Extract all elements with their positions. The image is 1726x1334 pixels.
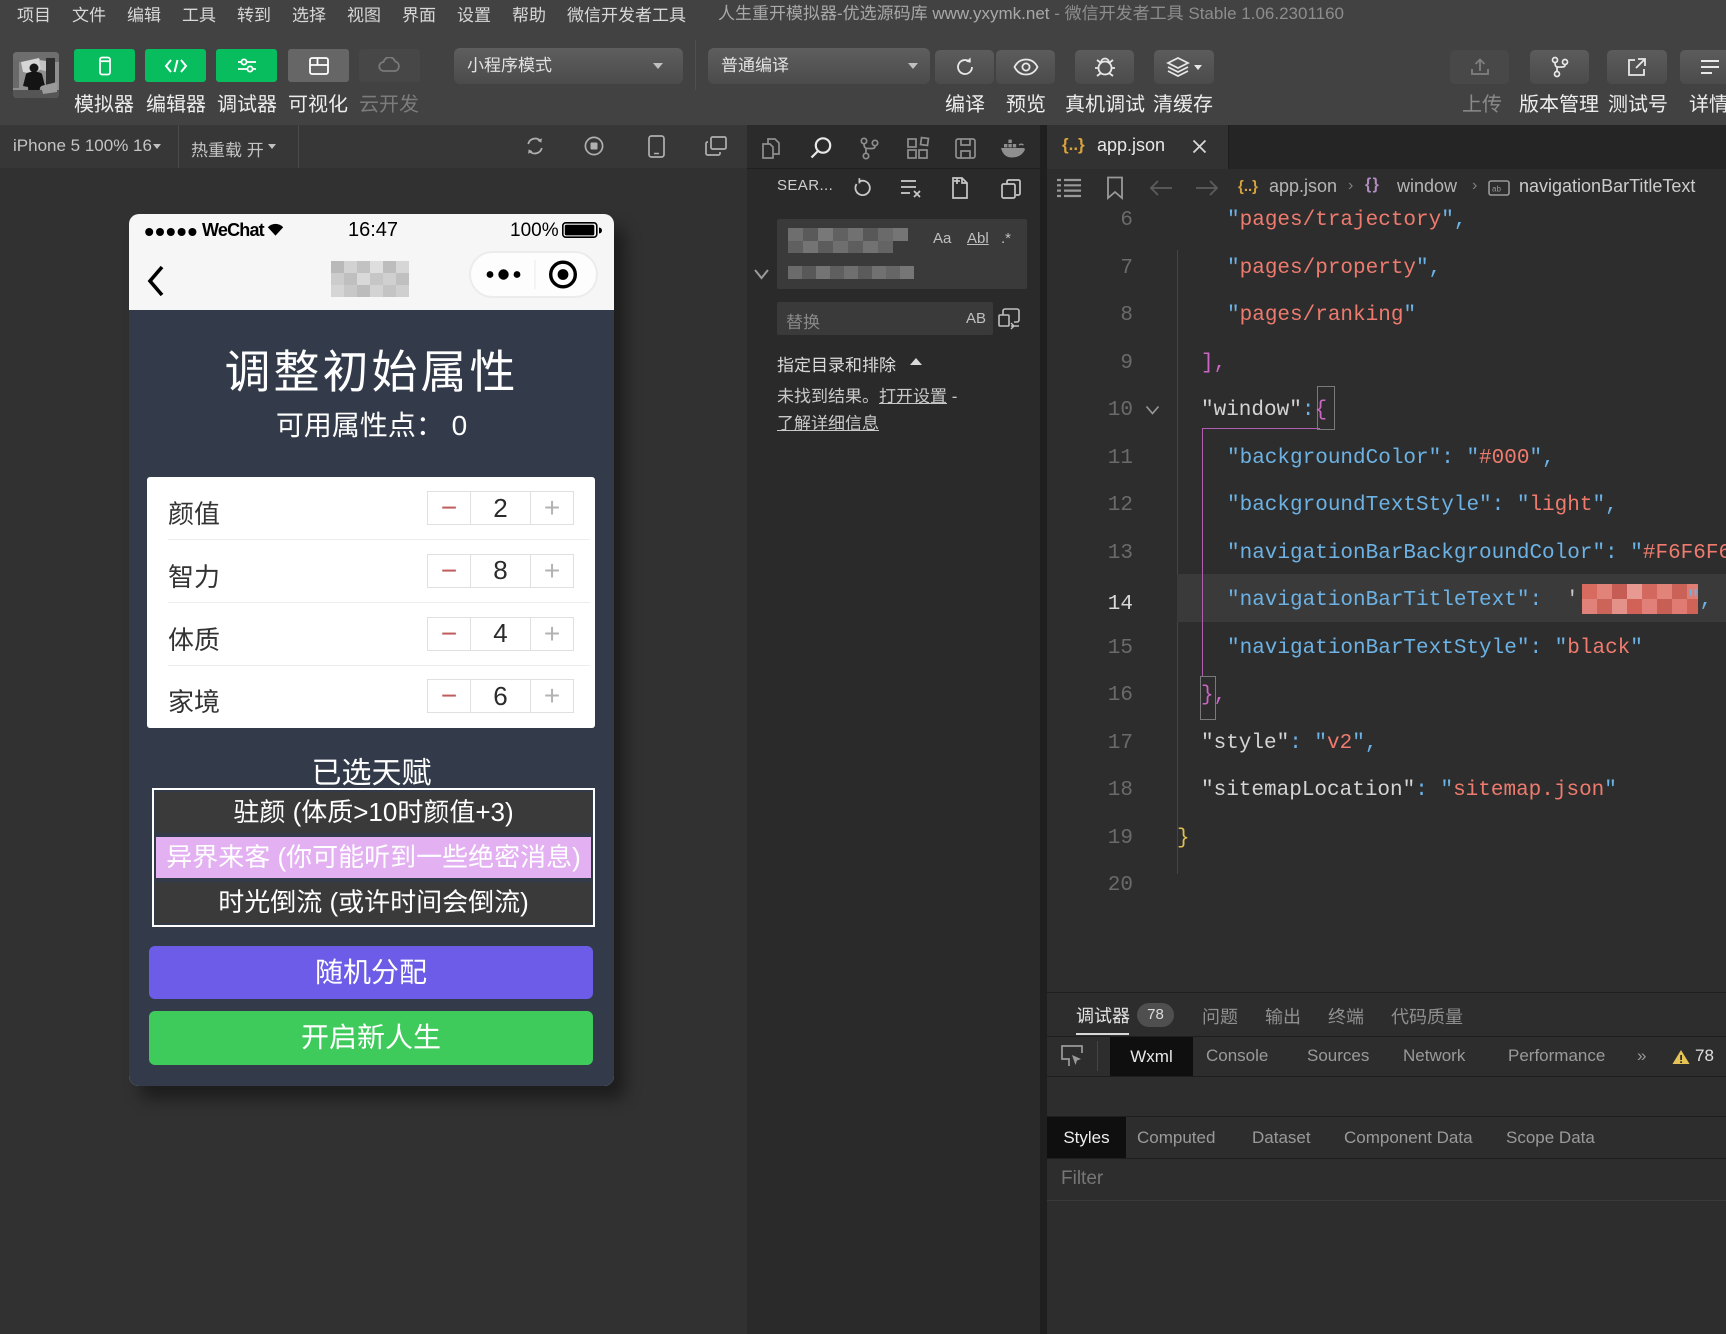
svg-text:ab: ab [1492, 185, 1501, 194]
